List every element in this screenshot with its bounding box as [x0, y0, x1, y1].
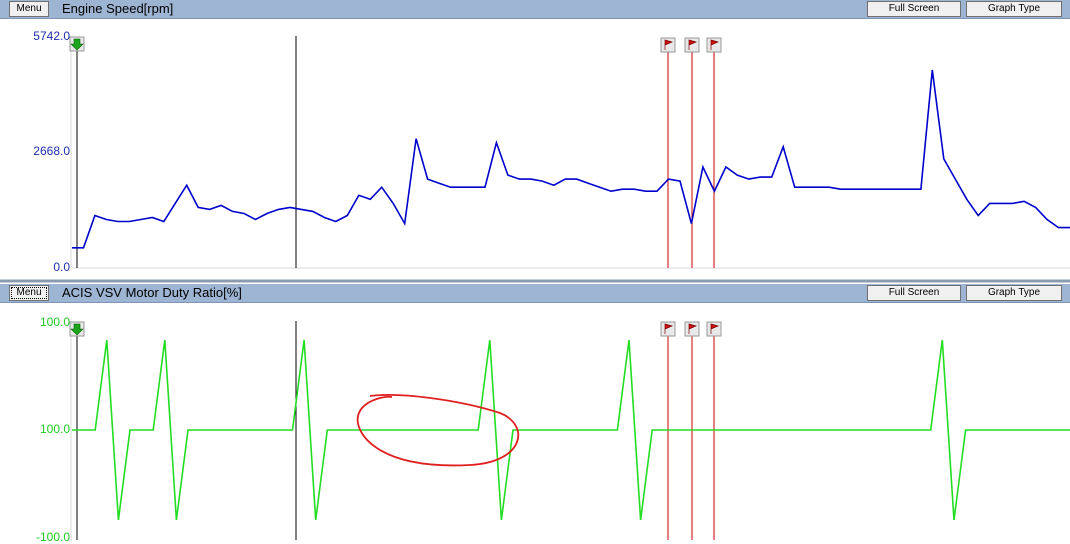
start-marker-1[interactable] — [69, 36, 85, 52]
flag-marker[interactable] — [684, 321, 700, 540]
flag-marker[interactable] — [660, 321, 676, 540]
flag-marker[interactable] — [706, 321, 722, 540]
start-marker-2[interactable] — [69, 321, 85, 337]
flag-marker[interactable] — [660, 37, 676, 268]
acis-duty-series — [72, 339, 1070, 521]
engine-speed-series — [72, 69, 1070, 249]
flag-marker[interactable] — [706, 37, 722, 268]
plot-canvas — [0, 36, 1070, 540]
flag-marker[interactable] — [684, 37, 700, 268]
